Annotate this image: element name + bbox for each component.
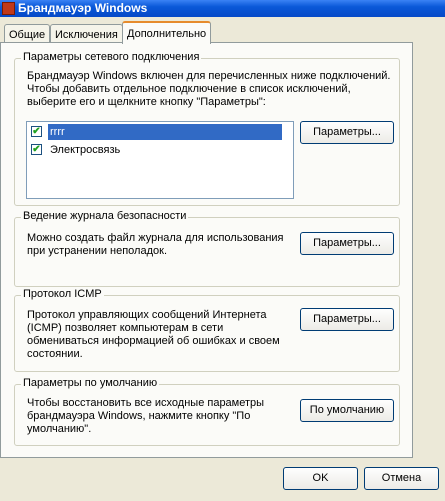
security-logging-description: Можно создать файл журнала для использов… — [27, 232, 284, 257]
window-title: Брандмауэр Windows — [18, 1, 148, 15]
logging-settings-button[interactable]: Параметры... — [300, 232, 394, 255]
network-settings-group: Параметры сетевого подключения Брандмауэ… — [14, 51, 400, 206]
tab-exceptions[interactable]: Исключения — [50, 24, 123, 44]
security-logging-group: Ведение журнала безопасности Можно созда… — [14, 210, 400, 287]
ok-button[interactable]: OK — [283, 467, 358, 490]
cancel-button[interactable]: Отмена — [364, 467, 439, 490]
window-titlebar[interactable]: Брандмауэр Windows — [0, 0, 445, 17]
checkbox-connection-elektrosvyaz[interactable]: ✔ — [31, 144, 42, 155]
connections-list[interactable]: ✔ rrrr ✔ Электросвязь — [26, 121, 294, 199]
restore-defaults-button[interactable]: По умолчанию — [300, 399, 394, 422]
tab-general[interactable]: Общие — [4, 24, 51, 44]
icmp-description: Протокол управляющих сообщений Интернета… — [27, 309, 280, 360]
defaults-description: Чтобы восстановить все исходные параметр… — [27, 397, 265, 435]
network-settings-button[interactable]: Параметры... — [300, 121, 394, 144]
tab-advanced[interactable]: Дополнительно — [122, 21, 212, 44]
connection-label: rrrr — [48, 124, 282, 140]
icmp-group: Протокол ICMP Протокол управляющих сообщ… — [14, 288, 400, 372]
icmp-legend: Протокол ICMP — [21, 288, 104, 300]
defaults-legend: Параметры по умолчанию — [21, 377, 160, 389]
checkbox-connection-rrrr[interactable]: ✔ — [31, 126, 42, 137]
defaults-group: Параметры по умолчанию Чтобы восстановит… — [14, 377, 400, 446]
security-logging-legend: Ведение журнала безопасности — [21, 210, 189, 222]
network-settings-description: Брандмауэр Windows включен для перечисле… — [27, 70, 391, 108]
firewall-icon — [2, 2, 15, 15]
icmp-settings-button[interactable]: Параметры... — [300, 308, 394, 331]
tab-panel-advanced: Параметры сетевого подключения Брандмауэ… — [0, 42, 413, 458]
connection-label: Электросвязь — [50, 144, 121, 156]
list-item[interactable]: ✔ rrrr — [31, 124, 282, 140]
network-settings-legend: Параметры сетевого подключения — [21, 51, 202, 63]
